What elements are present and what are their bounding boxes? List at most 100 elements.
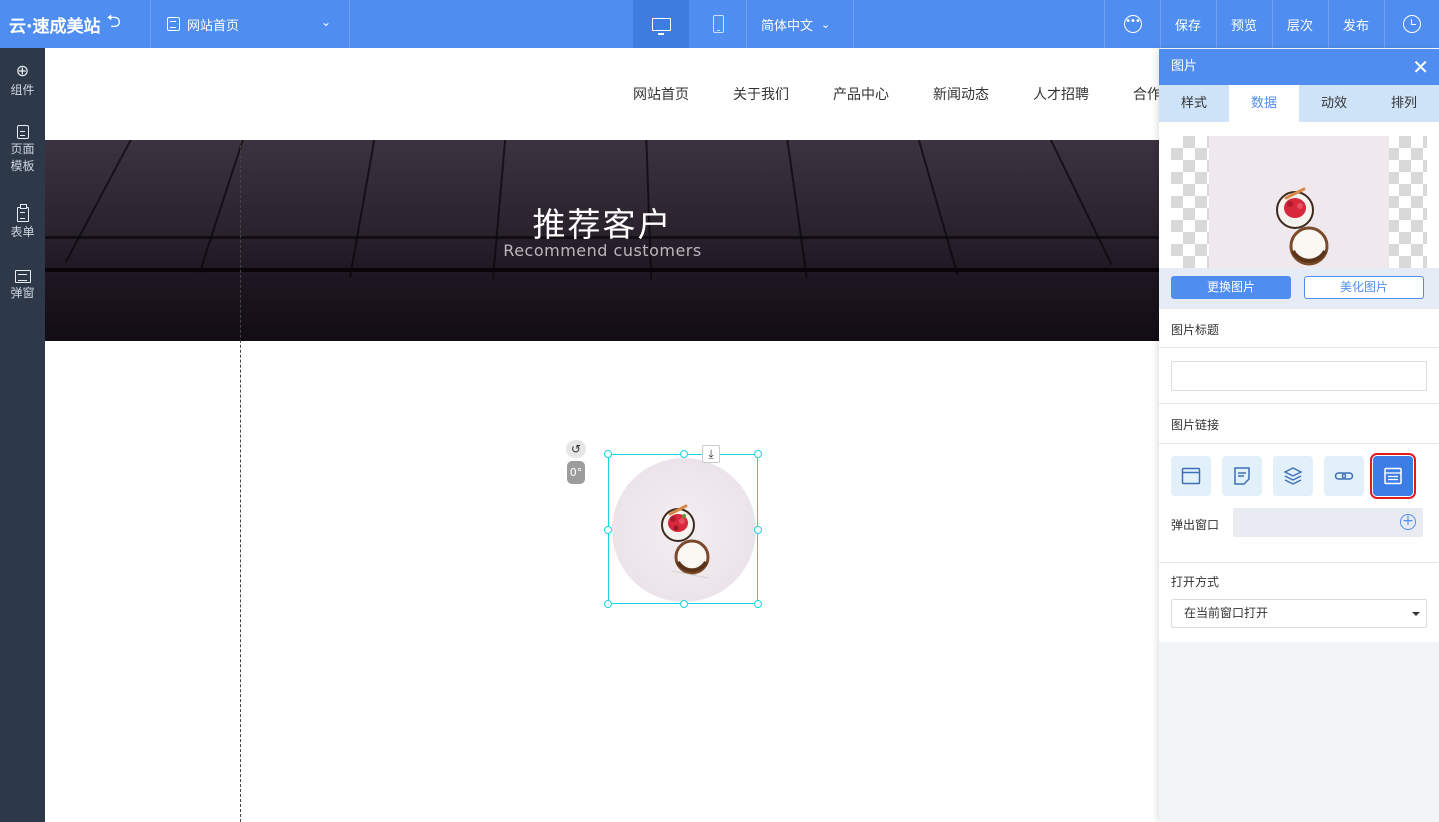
note-icon bbox=[1234, 467, 1250, 485]
sidebar-item-label: 组件 bbox=[10, 83, 35, 97]
clipboard-icon bbox=[16, 204, 29, 222]
preview-button[interactable]: 预览 bbox=[1216, 0, 1272, 48]
sidebar-item-label: 页面 bbox=[10, 142, 35, 156]
nav-item-news[interactable]: 新闻动态 bbox=[933, 84, 989, 104]
page-select[interactable]: 网站首页 ⌄ bbox=[151, 0, 349, 48]
page-doc-icon bbox=[167, 17, 180, 31]
chevron-down-icon: ⌄ bbox=[821, 17, 831, 31]
popup-window-select[interactable]: + bbox=[1233, 508, 1423, 537]
language-select[interactable]: 简体中文 ⌄ bbox=[747, 0, 853, 48]
divider bbox=[349, 0, 350, 48]
plus-circle-icon: ⊕ bbox=[15, 61, 30, 80]
sidebar-item-label: 模板 bbox=[10, 159, 35, 173]
resize-handle-top[interactable] bbox=[680, 450, 688, 458]
image-link-label: 图片链接 bbox=[1171, 418, 1220, 432]
history-button[interactable] bbox=[1384, 0, 1439, 48]
close-icon[interactable]: ✕ bbox=[1412, 49, 1429, 85]
link-icon bbox=[1334, 472, 1354, 480]
sidebar-item-page-templates[interactable]: 页面 模板 bbox=[0, 125, 45, 175]
editor-canvas[interactable]: 网站首页 关于我们 产品中心 新闻动态 人才招聘 合作 推荐客户 Recomme… bbox=[45, 48, 1160, 822]
resize-handle-right[interactable] bbox=[754, 526, 762, 534]
nav-item-products[interactable]: 产品中心 bbox=[833, 84, 889, 104]
tab-style[interactable]: 样式 bbox=[1159, 85, 1229, 122]
desktop-icon bbox=[651, 17, 671, 35]
selected-image[interactable]: ⤓ bbox=[604, 445, 762, 608]
sidebar-item-label: 弹窗 bbox=[10, 286, 35, 300]
resize-handle-left[interactable] bbox=[604, 526, 612, 534]
resize-handle-bottom-right[interactable] bbox=[754, 600, 762, 608]
image-title-input[interactable] bbox=[1171, 361, 1427, 391]
resize-handle-bottom-left[interactable] bbox=[604, 600, 612, 608]
layers-button[interactable]: 层次 bbox=[1272, 0, 1328, 48]
resize-handle-bottom[interactable] bbox=[680, 600, 688, 608]
tab-data[interactable]: 数据 bbox=[1229, 85, 1299, 122]
more-button[interactable]: ••• bbox=[1105, 0, 1160, 48]
panel-header: 图片 ✕ bbox=[1159, 49, 1439, 85]
preview-image bbox=[1209, 136, 1389, 268]
nav-item-home[interactable]: 网站首页 bbox=[633, 84, 689, 104]
resize-handle-top-right[interactable] bbox=[754, 450, 762, 458]
window-icon bbox=[14, 270, 31, 283]
layers-icon bbox=[1283, 467, 1303, 485]
divider bbox=[853, 0, 854, 48]
replace-image-button[interactable]: 更换图片 bbox=[1171, 276, 1291, 299]
image-preview bbox=[1171, 136, 1427, 268]
tab-animation[interactable]: 动效 bbox=[1299, 85, 1369, 122]
undo-icon[interactable]: ⮌ bbox=[106, 9, 120, 39]
mobile-view-button[interactable] bbox=[690, 0, 746, 48]
publish-button[interactable]: 发布 bbox=[1328, 0, 1384, 48]
more-icon: ••• bbox=[1123, 15, 1142, 33]
banner-title: 推荐客户 bbox=[532, 205, 673, 244]
nav-item-about[interactable]: 关于我们 bbox=[733, 84, 789, 104]
rotate-icon[interactable]: ↺ bbox=[566, 440, 586, 458]
site-nav: 网站首页 关于我们 产品中心 新闻动态 人才招聘 合作 bbox=[45, 84, 1160, 104]
sidebar-item-popups[interactable]: 弹窗 bbox=[0, 270, 45, 302]
divider bbox=[1159, 562, 1439, 563]
divider bbox=[1159, 443, 1439, 444]
image-properties-panel: 图片 ✕ 样式 数据 动效 排列 更换图片 美化图片 图片标题 图片链接 弹出窗… bbox=[1159, 49, 1439, 822]
history-icon bbox=[1403, 15, 1421, 33]
open-mode-label: 打开方式 bbox=[1171, 575, 1220, 589]
nav-item-careers[interactable]: 人才招聘 bbox=[1033, 84, 1089, 104]
open-mode-value: 在当前窗口打开 bbox=[1184, 606, 1269, 620]
sidebar-item-components[interactable]: ⊕ 组件 bbox=[0, 62, 45, 99]
divider bbox=[1159, 403, 1439, 404]
chevron-down-icon: ⌄ bbox=[320, 15, 331, 29]
resize-handle-top-left[interactable] bbox=[604, 450, 612, 458]
panel-title: 图片 bbox=[1171, 59, 1198, 74]
tab-arrange[interactable]: 排列 bbox=[1369, 85, 1439, 122]
link-popup-button[interactable] bbox=[1370, 453, 1416, 499]
popup-window-label: 弹出窗口 bbox=[1171, 518, 1220, 532]
language-label: 简体中文 bbox=[761, 18, 814, 34]
popup-window-icon bbox=[1384, 467, 1402, 485]
sidebar-item-forms[interactable]: 表单 bbox=[0, 204, 45, 241]
coconut-fruit-image bbox=[1276, 187, 1329, 266]
add-popup-icon[interactable]: + bbox=[1400, 514, 1416, 530]
link-page-button[interactable] bbox=[1171, 456, 1211, 496]
link-article-button[interactable] bbox=[1222, 456, 1262, 496]
banner-subtitle: Recommend customers bbox=[503, 241, 702, 260]
open-mode-select[interactable]: 在当前窗口打开 bbox=[1171, 599, 1427, 628]
image-title-label: 图片标题 bbox=[1171, 323, 1220, 337]
page-select-label: 网站首页 bbox=[187, 18, 240, 34]
download-icon[interactable]: ⤓ bbox=[702, 445, 720, 463]
document-icon bbox=[16, 125, 29, 139]
top-toolbar: 云·速成美站 ⮌ 网站首页 ⌄ 简体中文 ⌄ ••• 保存 预览 层次 发布 bbox=[0, 0, 1439, 48]
save-button[interactable]: 保存 bbox=[1160, 0, 1216, 48]
image-actions: 更换图片 美化图片 bbox=[1159, 268, 1439, 308]
nav-item-cooperation[interactable]: 合作 bbox=[1133, 84, 1160, 104]
beautify-image-button[interactable]: 美化图片 bbox=[1304, 276, 1424, 299]
sidebar-item-label: 表单 bbox=[10, 225, 35, 239]
divider bbox=[1159, 347, 1439, 348]
link-url-button[interactable] bbox=[1324, 456, 1364, 496]
banner-beam bbox=[45, 268, 1160, 272]
left-sidebar: ⊕ 组件 页面 模板 表单 弹窗 bbox=[0, 48, 45, 822]
guide-line bbox=[240, 140, 241, 822]
image-content bbox=[612, 458, 756, 602]
panel-tabs: 样式 数据 动效 排列 bbox=[1159, 85, 1439, 122]
link-layer-button[interactable] bbox=[1273, 456, 1313, 496]
rotation-badge: 0° bbox=[567, 461, 585, 484]
banner: 推荐客户 Recommend customers bbox=[45, 140, 1160, 341]
panel-footer bbox=[1159, 642, 1439, 822]
desktop-view-button[interactable] bbox=[633, 0, 689, 48]
